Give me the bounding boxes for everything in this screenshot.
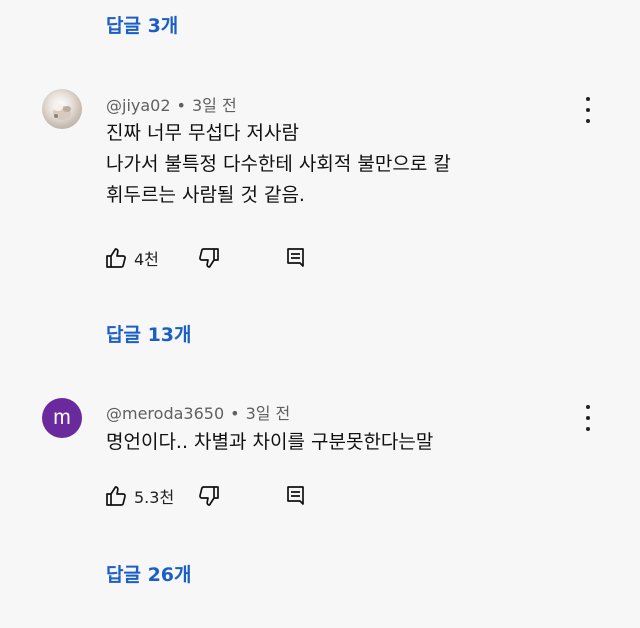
comment-time[interactable]: 3일 전 bbox=[246, 404, 291, 423]
meta-separator: • bbox=[176, 96, 186, 115]
comment-line: 진짜 너무 무섭다 저사람 bbox=[106, 122, 299, 144]
comment-body: 진짜 너무 무섭다 저사람 나가서 불특정 다수한테 사회적 불만으로 칼 휘두… bbox=[106, 118, 451, 211]
dislike-button[interactable] bbox=[197, 246, 221, 270]
more-dot-icon bbox=[586, 405, 590, 409]
meta-separator: • bbox=[230, 404, 240, 423]
comment-reply-icon bbox=[287, 248, 304, 267]
more-dot-icon bbox=[586, 119, 590, 123]
author-name[interactable]: @jiya02 bbox=[106, 96, 171, 115]
comment-time[interactable]: 3일 전 bbox=[192, 96, 237, 115]
thumbs-down-icon bbox=[199, 486, 219, 506]
comment-line: 명언이다.. 차별과 차이를 구분못한다는말 bbox=[106, 431, 434, 453]
more-options-button[interactable] bbox=[578, 97, 598, 123]
like-count: 4천 bbox=[134, 250, 159, 269]
comment-meta: @meroda3650 • 3일 전 bbox=[106, 400, 290, 424]
reply-button[interactable] bbox=[285, 484, 307, 508]
thumbs-up-icon bbox=[106, 248, 126, 268]
more-dot-icon bbox=[586, 97, 590, 101]
view-replies-button[interactable]: 답글 13개 bbox=[106, 320, 192, 347]
photo-avatar-icon bbox=[53, 103, 71, 120]
dislike-button[interactable] bbox=[197, 484, 221, 508]
comment-meta: @jiya02 • 3일 전 bbox=[106, 92, 237, 116]
more-options-button[interactable] bbox=[578, 405, 598, 431]
like-button[interactable]: 5.3천 bbox=[104, 484, 174, 508]
more-dot-icon bbox=[586, 108, 590, 112]
view-replies-button[interactable]: 답글 3개 bbox=[106, 11, 178, 38]
more-dot-icon bbox=[586, 416, 590, 420]
comment-line: 나가서 불특정 다수한테 사회적 불만으로 칼 bbox=[106, 153, 451, 175]
comment-reply-icon bbox=[287, 486, 304, 505]
avatar[interactable]: m bbox=[42, 398, 82, 438]
comment-body: 명언이다.. 차별과 차이를 구분못한다는말 bbox=[106, 427, 433, 458]
comment-line: 휘두르는 사람될 것 같음. bbox=[106, 184, 305, 206]
author-name[interactable]: @meroda3650 bbox=[106, 404, 224, 423]
view-replies-button[interactable]: 답글 26개 bbox=[106, 560, 192, 587]
like-count: 5.3천 bbox=[134, 488, 175, 507]
more-dot-icon bbox=[586, 427, 590, 431]
like-button[interactable]: 4천 bbox=[104, 246, 159, 270]
avatar[interactable] bbox=[42, 89, 82, 129]
avatar-letter: m bbox=[53, 406, 71, 429]
thumbs-down-icon bbox=[199, 248, 219, 268]
reply-button[interactable] bbox=[285, 246, 307, 270]
thumbs-up-icon bbox=[106, 486, 126, 506]
